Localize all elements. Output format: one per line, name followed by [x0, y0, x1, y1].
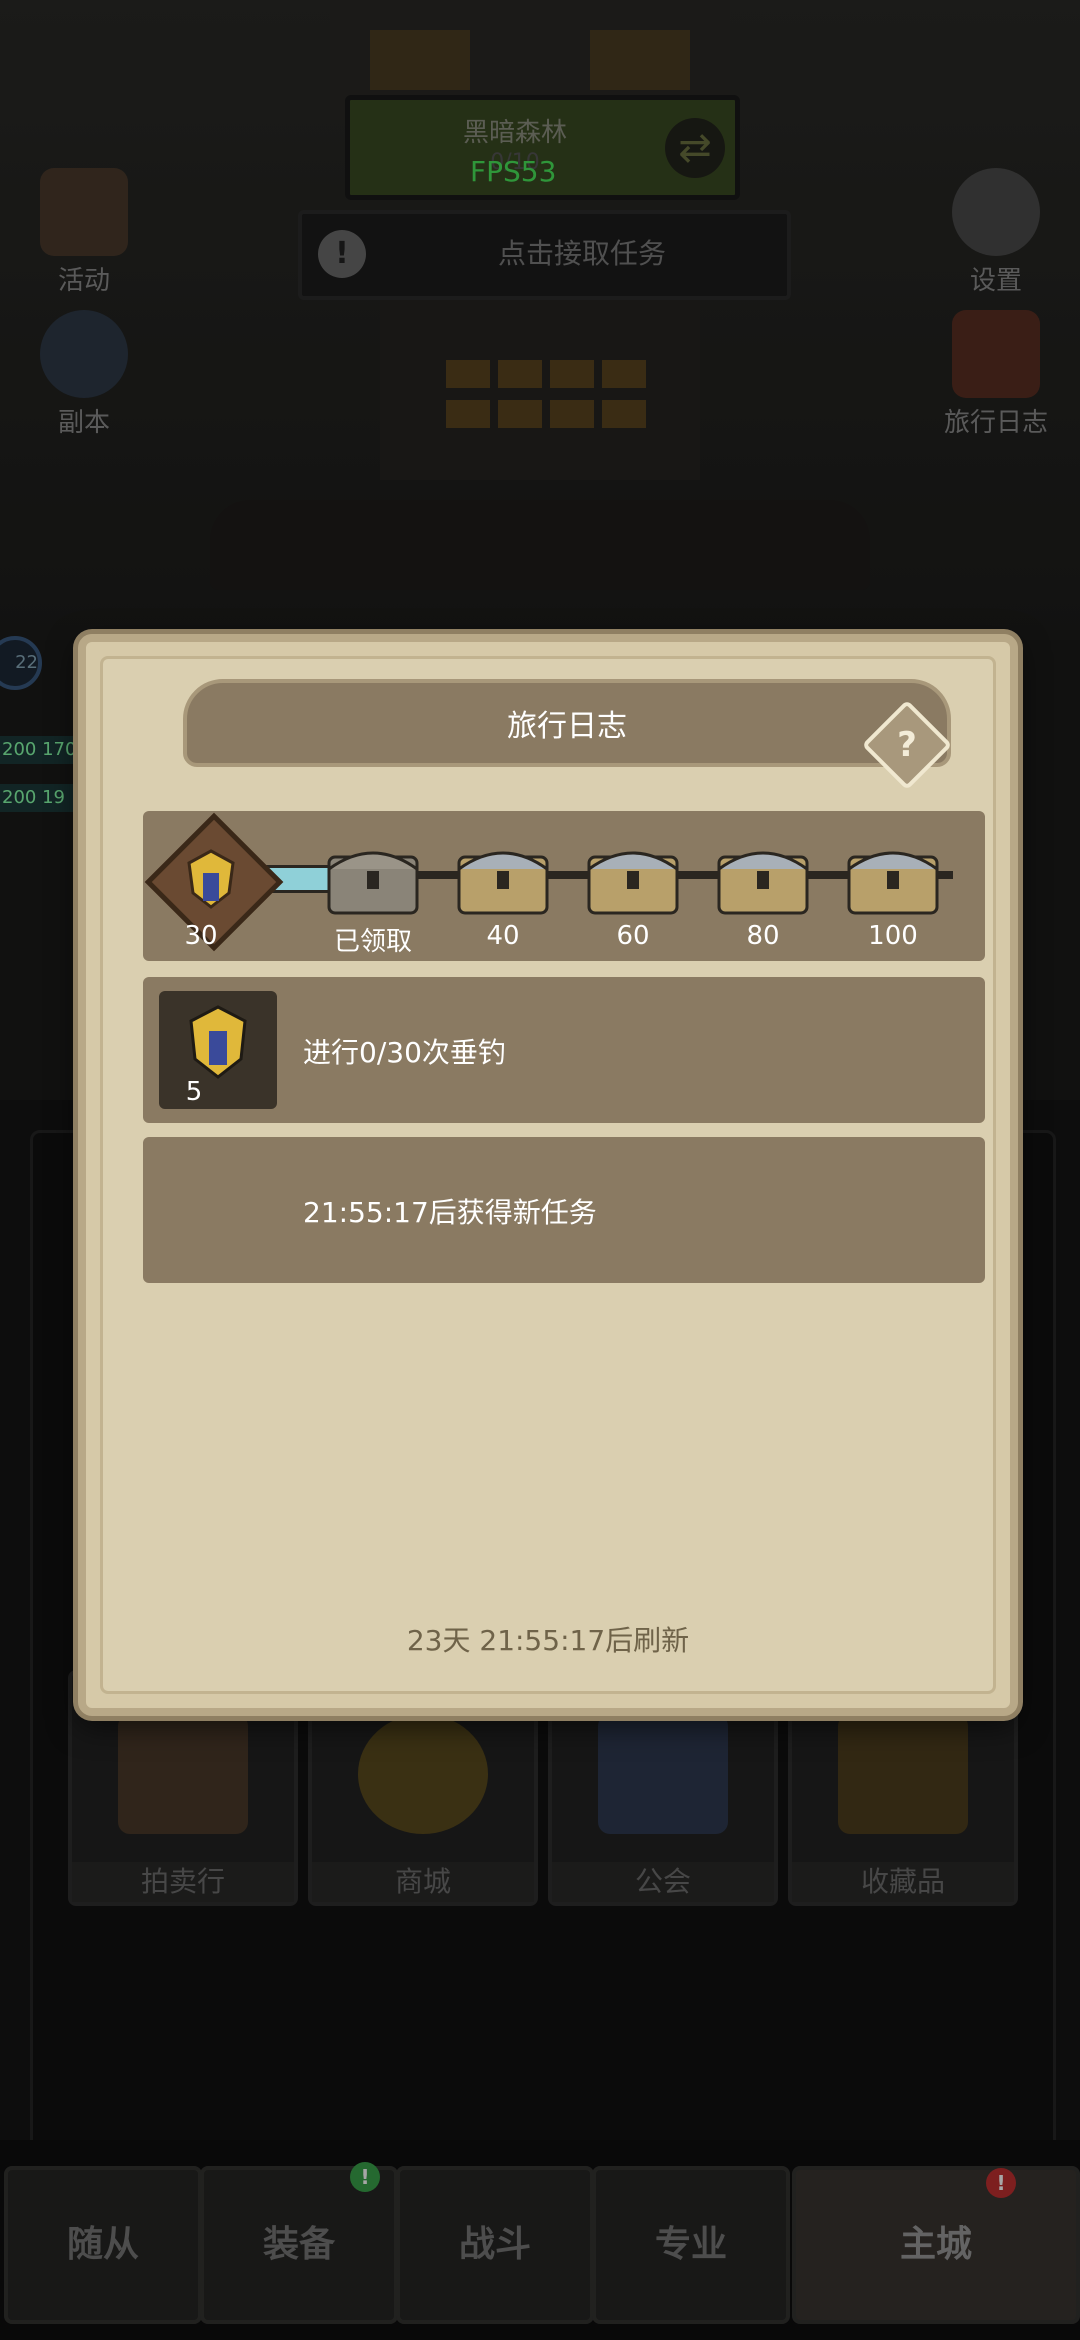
chest-icon: [717, 851, 809, 915]
task-row: 5 进行0/30次垂钓: [143, 977, 985, 1123]
milestone-label: 100: [868, 921, 918, 951]
milestone-label: 40: [486, 921, 520, 951]
milestone-track: 30 已领取 40 60 80 100: [143, 811, 985, 961]
chest-icon: [847, 851, 939, 915]
chest-icon: [587, 851, 679, 915]
dialog-title: 旅行日志: [507, 709, 627, 744]
reward-chest-icon[interactable]: [453, 837, 553, 917]
current-points: 30: [184, 921, 218, 951]
task-reward-slot: 5: [159, 991, 277, 1109]
next-task-timer: 21:55:17后获得新任务: [303, 1196, 597, 1229]
milestone-label: 80: [746, 921, 780, 951]
next-task-row: 21:55:17后获得新任务: [143, 1137, 985, 1283]
chest-icon: [327, 851, 419, 915]
reward-count: 5: [185, 1077, 203, 1107]
reward-chest-icon[interactable]: [843, 837, 943, 917]
question-icon: ?: [897, 725, 917, 765]
milestone-label: 已领取: [333, 927, 412, 957]
chest-icon: [457, 851, 549, 915]
travel-log-dialog: 旅行日志 ? 30 已领取 40 60 80 100 5 进行0/30次垂钓 2…: [78, 634, 1018, 1716]
helmet-icon: [187, 849, 235, 909]
points-badge: [144, 812, 284, 952]
claimed-chest-icon[interactable]: [323, 837, 423, 917]
milestone-label: 60: [616, 921, 650, 951]
dialog-title-plate: 旅行日志: [183, 679, 951, 767]
reward-chest-icon[interactable]: [583, 837, 683, 917]
dialog-body: 旅行日志 ? 30 已领取 40 60 80 100 5 进行0/30次垂钓 2…: [100, 656, 996, 1694]
refresh-timer: 23天 21:55:17后刷新: [406, 1624, 690, 1657]
task-description: 进行0/30次垂钓: [303, 1036, 506, 1069]
reward-chest-icon[interactable]: [713, 837, 813, 917]
